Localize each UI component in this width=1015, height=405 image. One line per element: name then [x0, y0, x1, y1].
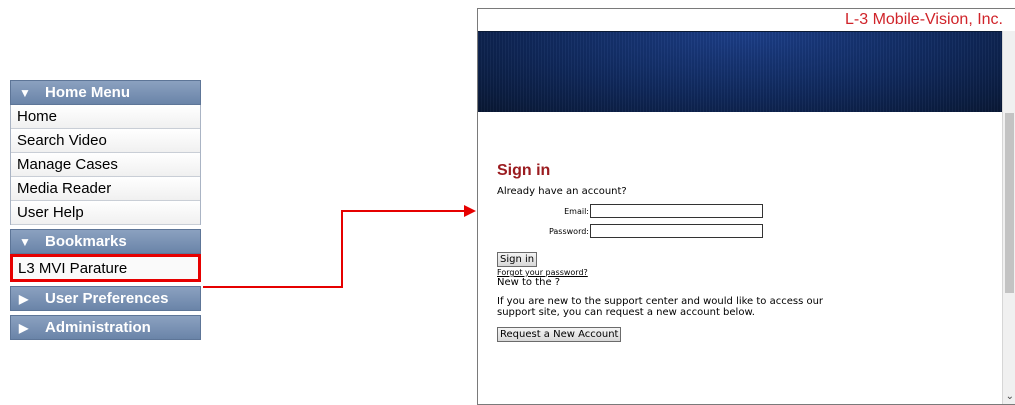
sign-in-button[interactable]: Sign in: [497, 252, 538, 267]
password-field[interactable]: [590, 224, 763, 238]
sign-in-panel: Sign in Already have an account? Email: …: [497, 162, 997, 342]
email-row: Email:: [497, 203, 997, 223]
brand-bar: L-3 Mobile-Vision, Inc.: [478, 9, 1015, 32]
sign-in-title: Sign in: [497, 162, 551, 179]
email-label: Email:: [564, 207, 589, 216]
info-line-2: support site, you can request a new acco…: [497, 307, 755, 318]
vertical-scrollbar[interactable]: ⌄: [1002, 31, 1015, 404]
request-new-account-button[interactable]: Request a New Account: [497, 327, 622, 342]
password-row: Password:: [497, 223, 997, 243]
scrollbar-thumb[interactable]: [1005, 113, 1014, 293]
already-have-account-text: Already have an account?: [497, 186, 627, 197]
new-to-text: New to the ?: [497, 277, 561, 288]
chevron-down-icon[interactable]: ⌄: [1006, 391, 1014, 402]
password-label: Password:: [548, 227, 589, 236]
header-banner: [478, 32, 1015, 112]
info-line-1: If you are new to the support center and…: [497, 296, 824, 307]
forgot-password-link[interactable]: Forgot your password?: [497, 268, 997, 277]
brand-name: L-3 Mobile-Vision, Inc.: [845, 11, 1003, 28]
email-field[interactable]: [590, 204, 763, 218]
